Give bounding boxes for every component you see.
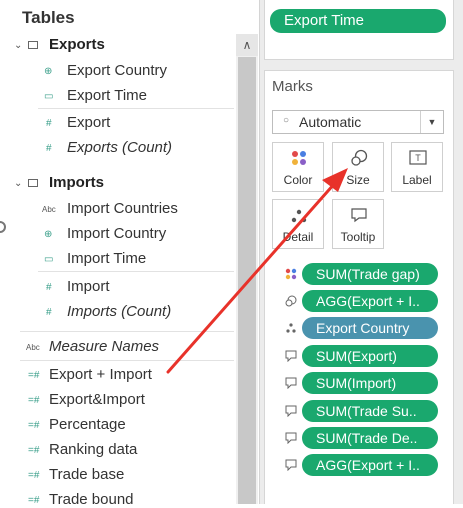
annotation-arrow bbox=[166, 168, 348, 374]
